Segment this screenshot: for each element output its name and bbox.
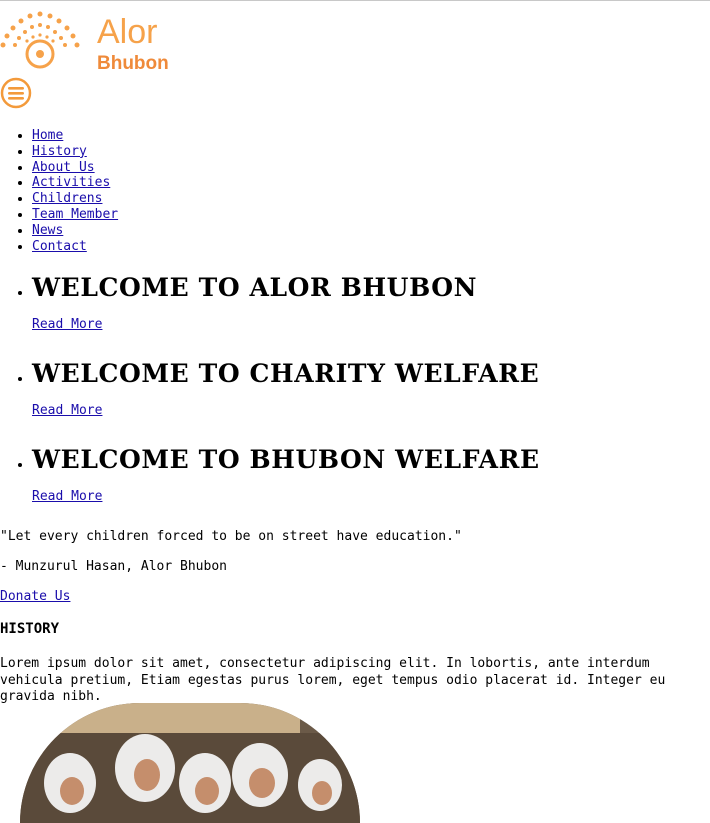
hero-slider: WELCOME TO ALOR BHUBON Read More WELCOME… [0,269,540,527]
donate-link[interactable]: Donate Us [0,589,70,604]
nav-item-history: History [32,144,118,160]
slide-title: WELCOME TO ALOR BHUBON [32,273,478,302]
slide-title: WELCOME TO CHARITY WELFARE [32,359,540,388]
nav-link-contact[interactable]: Contact [32,239,87,254]
logo-subtitle: Bhubon [97,53,169,74]
nav-link-about[interactable]: About Us [32,160,95,175]
nav-item-news: News [32,223,118,239]
logo-title: Alor [97,13,158,51]
nav-item-activities: Activities [32,175,118,191]
nav-link-team[interactable]: Team Member [32,207,118,222]
read-more-link[interactable]: Read More [32,317,540,355]
nav-item-team: Team Member [32,207,118,223]
slide-title: WELCOME TO BHUBON WELFARE [32,445,540,474]
nav-item-about: About Us [32,160,118,176]
logo-sun-icon [0,11,80,69]
slide: WELCOME TO BHUBON WELFARE Read More [32,441,540,527]
hamburger-menu-icon[interactable] [0,77,32,109]
read-more-link[interactable]: Read More [32,403,540,441]
main-nav: Home History About Us Activities Childre… [0,128,118,254]
slide: WELCOME TO ALOR BHUBON Read More [32,269,540,355]
read-more-link[interactable]: Read More [32,489,540,527]
history-heading: HISTORY [0,621,60,637]
slide: WELCOME TO CHARITY WELFARE Read More [32,355,540,441]
nav-item-home: Home [32,128,118,144]
nav-item-contact: Contact [32,239,118,255]
nav-link-history[interactable]: History [32,144,87,159]
nav-link-home[interactable]: Home [32,128,63,143]
nav-link-activities[interactable]: Activities [32,175,110,190]
nav-link-news[interactable]: News [32,223,63,238]
children-photo [20,703,360,823]
quote-text: "Let every children forced to be on stre… [0,529,462,544]
site-logo[interactable]: Alor Bhubon [0,9,170,74]
history-text: Lorem ipsum dolor sit amet, consectetur … [0,656,666,704]
quote-author: - Munzurul Hasan, Alor Bhubon [0,559,227,574]
nav-item-childrens: Childrens [32,191,118,207]
nav-link-childrens[interactable]: Childrens [32,191,102,206]
